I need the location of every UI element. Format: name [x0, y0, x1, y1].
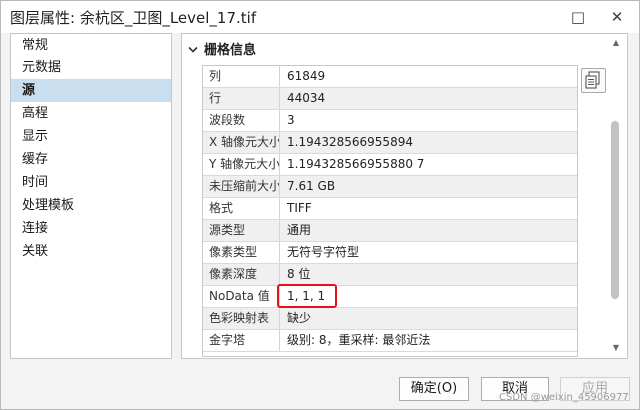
category-list: 常规 元数据 源 高程 显示 缓存 时间 处理模板 连接 关联 [10, 33, 172, 359]
row-name: 波段数 [203, 110, 280, 131]
raster-info-table: 列 61849 行 44034 波段数 3 X 轴像元大小 1.19432856… [202, 65, 578, 357]
row-value: 3 [287, 113, 295, 127]
row-value: 61849 [287, 69, 326, 83]
table-row: 行 44034 [203, 88, 577, 110]
section-title: 栅格信息 [204, 43, 257, 58]
table-row: 像素类型 无符号字符型 [203, 242, 577, 264]
row-value: 通用 [287, 223, 312, 237]
properties-content: 栅格信息 列 61849 行 44034 波段数 3 X 轴像元大小 1.194… [181, 33, 628, 359]
row-value: 44034 [287, 91, 326, 105]
row-name: NoData 值 [203, 286, 280, 307]
nav-item-joins[interactable]: 连接 [11, 217, 171, 240]
ok-button[interactable]: 确定(O) [399, 377, 469, 401]
table-row: 波段数 3 [203, 110, 577, 132]
row-value: 1.194328566955880 7 [287, 157, 425, 171]
nav-item-source[interactable]: 源 [11, 79, 171, 102]
scroll-down-icon[interactable]: ▼ [607, 342, 625, 354]
nav-item-processing-templates[interactable]: 处理模板 [11, 194, 171, 217]
row-name: 格式 [203, 198, 280, 219]
table-row: X 轴像元大小 1.194328566955894 [203, 132, 577, 154]
window-title: 图层属性: 余杭区_卫图_Level_17.tif [10, 9, 257, 27]
row-name: 列 [203, 66, 280, 87]
table-row: Y 轴像元大小 1.194328566955880 7 [203, 154, 577, 176]
nav-item-general[interactable]: 常规 [11, 34, 171, 57]
row-value: 1.194328566955894 [287, 135, 413, 149]
layer-properties-dialog: 图层属性: 余杭区_卫图_Level_17.tif □ ✕ 常规 元数据 源 高… [0, 0, 640, 410]
scroll-up-icon[interactable]: ▲ [607, 37, 625, 49]
row-value: 7.61 GB [287, 179, 336, 193]
row-value: 缺少 [287, 311, 312, 325]
row-name: 未压缩前大小 [203, 176, 280, 197]
row-name: 行 [203, 88, 280, 109]
nav-item-cache[interactable]: 缓存 [11, 148, 171, 171]
nodata-highlight-box [277, 284, 337, 308]
row-name: 色彩映射表 [203, 308, 280, 329]
row-name: 金字塔 [203, 330, 280, 351]
row-name: Y 轴像元大小 [203, 154, 280, 175]
row-name: X 轴像元大小 [203, 132, 280, 153]
table-row: 金字塔 级别: 8，重采样: 最邻近法 [203, 330, 577, 352]
row-name: 像素深度 [203, 264, 280, 285]
row-name: 源类型 [203, 220, 280, 241]
table-row: 列 61849 [203, 66, 577, 88]
nav-item-display[interactable]: 显示 [11, 125, 171, 148]
chevron-down-icon [188, 44, 198, 57]
watermark: CSDN @weixin_45906977 [499, 392, 629, 403]
close-button[interactable]: ✕ [606, 6, 628, 28]
copy-button[interactable] [581, 68, 606, 93]
row-value: 8 位 [287, 267, 311, 281]
scrollbar-thumb[interactable] [611, 121, 619, 299]
table-row: 格式 TIFF [203, 198, 577, 220]
title-bar: 图层属性: 余杭区_卫图_Level_17.tif □ ✕ [1, 1, 639, 33]
maximize-button[interactable]: □ [567, 6, 589, 28]
table-row: 未压缩前大小 7.61 GB [203, 176, 577, 198]
nav-item-time[interactable]: 时间 [11, 171, 171, 194]
vertical-scrollbar[interactable]: ▲ ▼ [607, 37, 625, 355]
nav-item-metadata[interactable]: 元数据 [11, 56, 171, 79]
row-value: 级别: 8，重采样: 最邻近法 [287, 333, 431, 347]
row-value: 无符号字符型 [287, 245, 360, 259]
table-row: 像素深度 8 位 [203, 264, 577, 286]
row-value: TIFF [287, 201, 312, 215]
table-row: NoData 值 1, 1, 1 [203, 286, 577, 308]
nav-item-relates[interactable]: 关联 [11, 240, 171, 263]
table-row: 源类型 通用 [203, 220, 577, 242]
row-name: 像素类型 [203, 242, 280, 263]
table-row: 色彩映射表 缺少 [203, 308, 577, 330]
section-header[interactable]: 栅格信息 [188, 39, 256, 58]
nav-item-elevation[interactable]: 高程 [11, 102, 171, 125]
copy-icon [585, 71, 600, 89]
